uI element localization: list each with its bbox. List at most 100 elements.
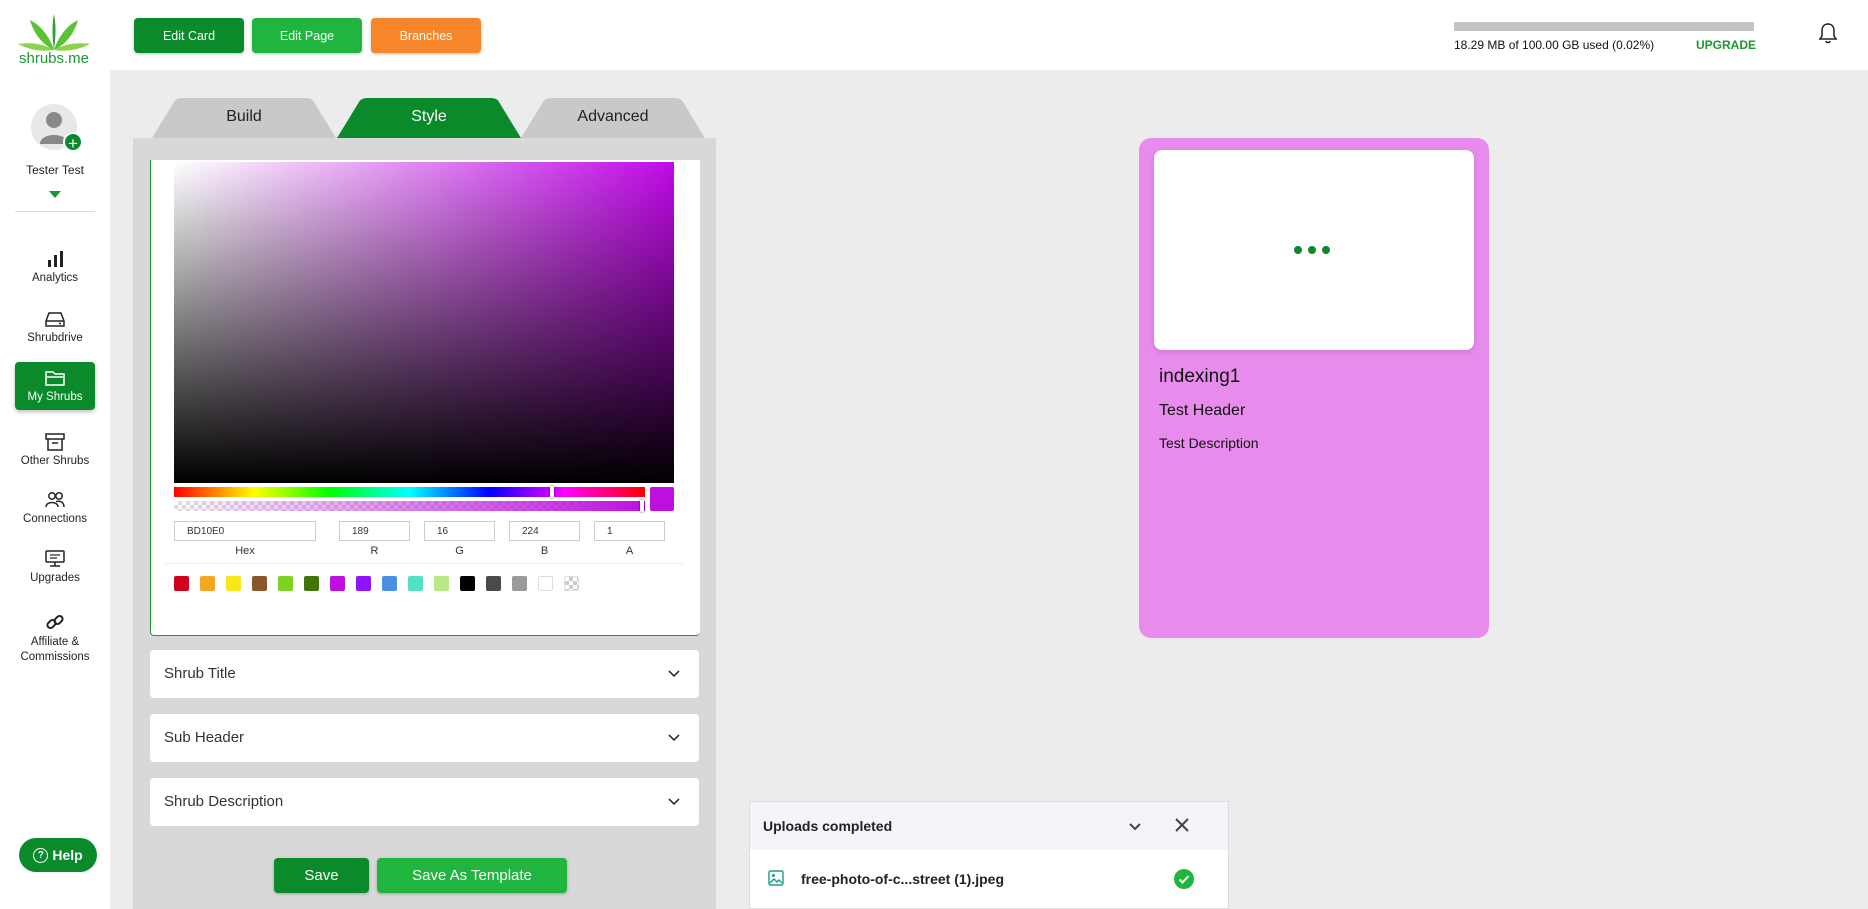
- sidebar-item-upgrades[interactable]: Upgrades: [15, 545, 95, 588]
- monitor-icon: [44, 549, 66, 569]
- sidebar-item-label: Affiliate & Commissions: [20, 636, 90, 663]
- tab-advanced[interactable]: Advanced: [521, 98, 705, 138]
- uploads-title: Uploads completed: [763, 818, 893, 834]
- sidebar-item-label: Other Shrubs: [20, 455, 90, 467]
- user-name: Tester Test: [26, 163, 84, 177]
- section-label: Shrub Description: [164, 793, 284, 810]
- sidebar-item-connections[interactable]: Connections: [15, 486, 95, 529]
- sub-header-section[interactable]: Sub Header: [150, 714, 699, 762]
- sidebar: shrubs.me + Tester Test Analytics Shrubd…: [0, 0, 110, 909]
- avatar[interactable]: +: [31, 104, 83, 153]
- sidebar-item-shrubdrive[interactable]: Shrubdrive: [15, 305, 95, 348]
- hue-slider[interactable]: [174, 487, 645, 497]
- logo[interactable]: shrubs.me: [12, 12, 96, 67]
- sidebar-item-label: Connections: [23, 513, 87, 525]
- upgrade-link[interactable]: UPGRADE: [1696, 38, 1756, 52]
- people-icon: [44, 490, 66, 510]
- sidebar-item-label: Shrubdrive: [27, 332, 83, 344]
- green-label: G: [455, 545, 464, 557]
- image-file-icon: [768, 870, 784, 886]
- hex-label: Hex: [235, 545, 255, 557]
- collapse-chevron-icon[interactable]: [1128, 821, 1142, 833]
- chevron-down-icon: [667, 668, 681, 680]
- branches-button[interactable]: Branches: [371, 18, 481, 53]
- preview-header: Test Header: [1159, 402, 1246, 419]
- sidebar-item-analytics[interactable]: Analytics: [15, 245, 95, 288]
- alpha-slider-handle[interactable]: [640, 500, 644, 512]
- folder-icon: [44, 368, 66, 388]
- uploaded-file-name: free-photo-of-c...street (1).jpeg: [801, 871, 1005, 887]
- archive-icon: [44, 432, 66, 452]
- hex-input[interactable]: [174, 521, 316, 541]
- add-avatar-icon[interactable]: +: [63, 132, 83, 153]
- sidebar-item-my-shrubs[interactable]: My Shrubs: [15, 362, 95, 410]
- saturation-value-area[interactable]: [174, 162, 674, 483]
- shrub-description-section[interactable]: Shrub Description: [150, 778, 699, 826]
- alpha-slider[interactable]: [174, 501, 645, 511]
- color-swatch[interactable]: [174, 576, 189, 591]
- color-swatch[interactable]: [252, 576, 267, 591]
- color-swatch[interactable]: [278, 576, 293, 591]
- user-menu-caret-icon[interactable]: [49, 191, 61, 198]
- green-input[interactable]: [424, 521, 495, 541]
- chevron-down-icon: [667, 732, 681, 744]
- sidebar-item-label: Upgrades: [30, 572, 80, 584]
- shrub-title-section[interactable]: Shrub Title: [150, 650, 699, 698]
- uploads-header: Uploads completed: [750, 802, 1228, 850]
- preview-title: indexing1: [1159, 366, 1241, 387]
- alpha-label: A: [625, 545, 634, 557]
- tab-style-label: Style: [411, 108, 447, 125]
- sidebar-item-affiliate[interactable]: Affiliate & Commissions: [15, 608, 95, 669]
- red-label: R: [370, 545, 379, 557]
- tab-build-label: Build: [226, 108, 262, 125]
- color-swatch[interactable]: [564, 576, 579, 591]
- color-swatch[interactable]: [226, 576, 241, 591]
- color-swatch[interactable]: [486, 576, 501, 591]
- tab-style[interactable]: Style: [337, 98, 521, 138]
- section-label: Shrub Title: [164, 665, 236, 682]
- link-icon: [44, 612, 66, 632]
- logo-text: shrubs.me: [18, 50, 90, 67]
- question-icon: ?: [33, 847, 49, 863]
- color-swatch[interactable]: [382, 576, 397, 591]
- bell-icon[interactable]: [1818, 22, 1838, 44]
- red-input[interactable]: [339, 521, 410, 541]
- upload-complete-check-icon: [1174, 869, 1194, 889]
- color-swatch[interactable]: [538, 576, 553, 591]
- tab-advanced-label: Advanced: [577, 108, 649, 125]
- color-swatch[interactable]: [434, 576, 449, 591]
- close-icon[interactable]: [1174, 817, 1190, 833]
- storage-usage-text: 18.29 MB of 100.00 GB used (0.02%): [1454, 38, 1655, 52]
- blue-label: B: [540, 545, 549, 557]
- current-color-preview: [650, 487, 674, 511]
- color-swatch[interactable]: [512, 576, 527, 591]
- hue-slider-handle[interactable]: [550, 486, 554, 498]
- sidebar-item-other-shrubs[interactable]: Other Shrubs: [15, 428, 95, 471]
- uploads-panel: Uploads completed free-photo-of-c...stre…: [749, 801, 1229, 909]
- sidebar-item-label: My Shrubs: [27, 391, 83, 403]
- preview-description: Test Description: [1159, 435, 1259, 451]
- color-swatch[interactable]: [356, 576, 371, 591]
- edit-page-button[interactable]: Edit Page: [252, 18, 362, 53]
- chevron-down-icon: [667, 796, 681, 808]
- storage-bar: [1454, 22, 1754, 31]
- color-swatch[interactable]: [304, 576, 319, 591]
- color-swatch[interactable]: [200, 576, 215, 591]
- sidebar-item-label: Analytics: [31, 272, 79, 284]
- bar-chart-icon: [44, 249, 66, 269]
- tab-build[interactable]: Build: [152, 98, 336, 138]
- leaf-logo-icon: [18, 14, 90, 51]
- color-swatch[interactable]: [460, 576, 475, 591]
- section-label: Sub Header: [164, 729, 245, 746]
- alpha-input[interactable]: [594, 521, 665, 541]
- sidebar-divider: [15, 211, 95, 212]
- save-button[interactable]: Save: [274, 858, 369, 893]
- edit-card-button[interactable]: Edit Card: [134, 18, 244, 53]
- help-button[interactable]: ? Help: [19, 838, 97, 872]
- color-swatch[interactable]: [408, 576, 423, 591]
- drive-icon: [44, 309, 66, 329]
- blue-input[interactable]: [509, 521, 580, 541]
- loading-dots-icon: [1294, 246, 1330, 254]
- save-as-template-button[interactable]: Save As Template: [377, 858, 567, 893]
- color-swatch[interactable]: [330, 576, 345, 591]
